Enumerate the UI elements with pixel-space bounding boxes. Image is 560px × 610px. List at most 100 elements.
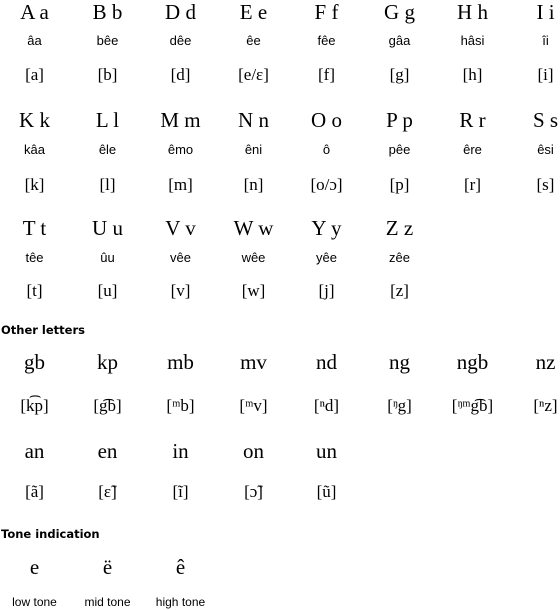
ipa-transcription: [ũ] xyxy=(316,482,337,501)
alphabet-letter: B b xyxy=(92,0,123,24)
alphabet-letter: H h xyxy=(457,0,488,24)
letter-name-row: têe ûu vêe wêe yêe zêe xyxy=(0,250,560,266)
tone-indication-heading: Tone indication xyxy=(1,527,100,541)
nasal-vowel-letter: an xyxy=(24,439,45,463)
ipa-transcription: [h] xyxy=(462,65,483,84)
ipa-transcription: [d] xyxy=(170,65,191,84)
other-letters-heading: Other letters xyxy=(1,323,85,337)
letter-name: pêe xyxy=(388,142,411,157)
alphabet-letter-row: T tU uV vW wY yZ z xyxy=(0,216,560,240)
ipa-transcription: [s] xyxy=(536,175,555,194)
ipa-transcription: [t] xyxy=(26,281,43,300)
ipa-transcription-row: [k͡p] [g͡b] [ᵐb] [ᵐv] [ⁿd] [ᵑg] [ᵑᵐg͡b] [ⁿz] xyxy=(0,396,560,416)
letter-name: kâa xyxy=(24,142,45,157)
ipa-transcription: [k͡p] xyxy=(20,396,49,415)
alphabet-letter: U u xyxy=(92,216,123,240)
letter-name: êre xyxy=(463,142,482,157)
ipa-transcription: [z] xyxy=(390,281,409,300)
digraph-letter-row: gb kp mb mv nd ng ngb nz xyxy=(0,350,560,374)
ipa-transcription: [g] xyxy=(389,65,410,84)
ipa-transcription: [ɛ̃] xyxy=(98,482,117,501)
nasal-vowel-letter: on xyxy=(243,439,264,463)
alphabet-letter-row: K kL lM mN nO oP pR rS s xyxy=(0,108,560,132)
tone-letter: e xyxy=(29,555,40,579)
letter-name: yêe xyxy=(316,250,337,265)
letter-name: êe xyxy=(246,33,261,48)
alphabet-letter: D d xyxy=(165,0,196,24)
letter-name: îi xyxy=(542,33,549,48)
alphabet-letter: P p xyxy=(386,108,413,132)
ipa-transcription: [ɔ̃] xyxy=(244,482,263,501)
letter-name: hâsi xyxy=(460,33,485,48)
ipa-transcription: [ᵑᵐg͡b] xyxy=(451,396,494,415)
ipa-transcription-row: [ã] [ɛ̃] [ĩ] [ɔ̃] [ũ] xyxy=(0,482,560,502)
ipa-transcription: [g͡b] xyxy=(93,396,122,415)
alphabet-letter: Z z xyxy=(385,216,414,240)
ipa-transcription: [l] xyxy=(99,175,116,194)
tone-label: low tone xyxy=(12,595,57,609)
letter-name: wêe xyxy=(241,250,266,265)
letter-name: êmo xyxy=(167,142,194,157)
ipa-transcription: [i] xyxy=(537,65,554,84)
tone-label: mid tone xyxy=(84,595,131,609)
alphabet-letter: A a xyxy=(20,0,49,24)
tone-label: high tone xyxy=(155,595,206,609)
tone-letter: ê xyxy=(175,555,186,579)
alphabet-letter: E e xyxy=(239,0,268,24)
letter-name: âa xyxy=(27,33,42,48)
ipa-transcription: [m] xyxy=(168,175,193,194)
ipa-transcription: [f] xyxy=(318,65,335,84)
nasal-vowel-letter: in xyxy=(172,439,189,463)
ipa-transcription: [ᵐb] xyxy=(166,396,195,415)
alphabet-letter: I i xyxy=(536,0,555,24)
digraph-letter: nd xyxy=(316,350,337,374)
ipa-transcription-row: [a] [b] [d] [e/ɛ] [f] [g] [h] [i] xyxy=(0,65,560,85)
tone-label-row: low tone mid tone high tone xyxy=(0,594,560,610)
letter-name: zêe xyxy=(389,250,410,265)
alphabet-letter: S s xyxy=(532,108,559,132)
letter-name: gâa xyxy=(388,33,411,48)
alphabet-letter: N n xyxy=(238,108,269,132)
ipa-transcription: [u] xyxy=(97,281,118,300)
letter-name-row: kâa êle êmo êni ô pêe êre êsi xyxy=(0,142,560,158)
ipa-transcription: [ᵑg] xyxy=(387,396,412,415)
ipa-transcription: [ⁿz] xyxy=(533,396,558,415)
digraph-letter: gb xyxy=(24,350,45,374)
tone-letter: ë xyxy=(102,555,113,579)
nasal-vowel-letter-row: an en in on un xyxy=(0,439,560,463)
alphabet-letter: T t xyxy=(22,216,47,240)
letter-name: têe xyxy=(25,250,44,265)
letter-name: ûu xyxy=(100,250,115,265)
alphabet-letter: O o xyxy=(311,108,342,132)
nasal-vowel-letter: un xyxy=(316,439,337,463)
digraph-letter: kp xyxy=(97,350,118,374)
letter-name: dêe xyxy=(169,33,192,48)
ipa-transcription: [b] xyxy=(97,65,118,84)
digraph-letter: nz xyxy=(535,350,556,374)
ipa-transcription: [ĩ] xyxy=(172,482,189,501)
alphabet-letter-row: A aB bD dE eF fG gH hI i xyxy=(0,0,560,24)
ipa-transcription-row: [k] [l] [m] [n] [o/ɔ] [p] [r] [s] xyxy=(0,175,560,195)
ipa-transcription: [w] xyxy=(241,281,266,300)
ipa-transcription: [ᵐv] xyxy=(239,396,268,415)
ipa-transcription: [n] xyxy=(243,175,264,194)
ipa-transcription-row: [t] [u] [v] [w] [j] [z] xyxy=(0,281,560,301)
ipa-transcription: [j] xyxy=(318,281,335,300)
letter-name: êni xyxy=(244,142,263,157)
letter-name: vêe xyxy=(170,250,191,265)
digraph-letter: mv xyxy=(240,350,267,374)
alphabet-letter: M m xyxy=(160,108,201,132)
alphabet-letter: G g xyxy=(384,0,415,24)
alphabet-letter: W w xyxy=(233,216,274,240)
ipa-transcription: [ã] xyxy=(25,482,44,501)
digraph-letter: ng xyxy=(389,350,410,374)
letter-name: ô xyxy=(322,142,331,157)
digraph-letter: mb xyxy=(167,350,194,374)
alphabet-letter: Y y xyxy=(311,216,342,240)
ipa-transcription: [k] xyxy=(24,175,45,194)
ipa-transcription: [p] xyxy=(389,175,410,194)
alphabet-letter: V v xyxy=(165,216,196,240)
alphabet-letter: F f xyxy=(314,0,339,24)
ipa-transcription: [ⁿd] xyxy=(313,396,340,415)
ipa-transcription: [e/ɛ] xyxy=(238,65,269,84)
